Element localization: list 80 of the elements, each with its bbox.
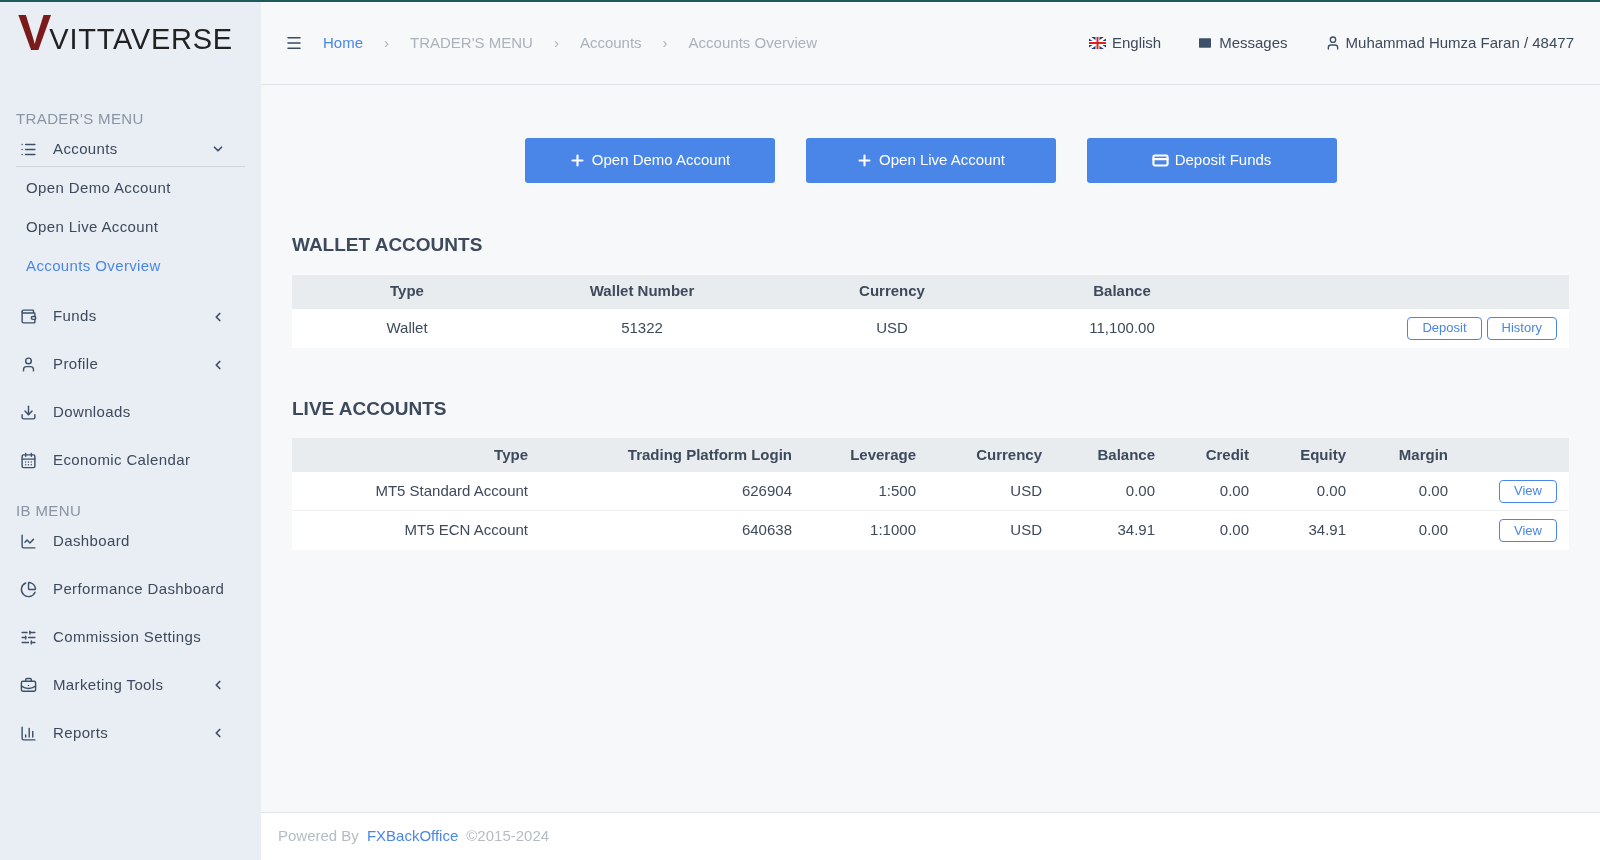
menu-heading: IB MENU bbox=[15, 500, 83, 521]
table-cell-text: USD bbox=[1009, 480, 1042, 501]
language-link[interactable]: English bbox=[1088, 31, 1162, 55]
submenu-link[interactable]: Open Demo Account bbox=[26, 168, 261, 208]
table-cell-text: 0.00 bbox=[1218, 480, 1249, 501]
action-button[interactable]: Deposit Funds bbox=[1086, 138, 1337, 183]
table-cell-text: 0.00 bbox=[1218, 520, 1249, 541]
column-header: Wallet Number bbox=[588, 281, 696, 302]
column-header: Type bbox=[389, 281, 425, 302]
briefcase-icon bbox=[20, 676, 37, 694]
card-icon bbox=[1151, 152, 1169, 169]
bar-chart-icon bbox=[20, 724, 37, 742]
wallet-icon bbox=[20, 308, 37, 325]
sidebar-item[interactable]: Profile bbox=[16, 347, 245, 382]
column-header: Currency bbox=[975, 444, 1042, 465]
menu-heading: TRADER'S MENU bbox=[15, 109, 145, 129]
column-header: Type bbox=[493, 444, 528, 465]
table-cell-text: 11,100.00 bbox=[1088, 317, 1156, 338]
flag-icon bbox=[1088, 37, 1106, 49]
row-action-button[interactable]: Deposit bbox=[1407, 316, 1482, 340]
copyright-text: ©2015-2024 bbox=[466, 826, 550, 847]
column-header: Balance bbox=[1096, 444, 1155, 465]
column-header: Trading Platform Login bbox=[626, 444, 792, 465]
logo-mark: V bbox=[18, 8, 52, 58]
table-cell-text: 626904 bbox=[740, 480, 792, 501]
sidebar-item[interactable]: Funds bbox=[16, 299, 245, 334]
menu-icon[interactable] bbox=[285, 34, 303, 52]
footer-text: Powered By bbox=[278, 826, 359, 847]
column-header: Equity bbox=[1299, 444, 1346, 465]
column-header: Leverage bbox=[849, 444, 916, 465]
messages-link[interactable]: Messages bbox=[1197, 31, 1288, 55]
sidebar-item[interactable]: Commission Settings bbox=[16, 620, 245, 654]
sidebar-item[interactable]: Marketing Tools bbox=[16, 668, 245, 702]
table-cell-text: 34.91 bbox=[1307, 520, 1346, 541]
breadcrumb-separator: › bbox=[384, 32, 389, 53]
table-cell-text: 0.00 bbox=[1124, 480, 1155, 501]
sidebar-item[interactable]: Accounts bbox=[16, 132, 245, 167]
table-cell-text: MT5 ECN Account bbox=[403, 520, 528, 541]
table-cell-text: MT5 Standard Account bbox=[374, 480, 528, 501]
table-cell-text: USD bbox=[1009, 520, 1042, 541]
breadcrumb-separator: › bbox=[553, 32, 559, 53]
sidebar-item[interactable]: Performance Dashboard bbox=[16, 572, 245, 606]
table-cell-text: 0.00 bbox=[1417, 520, 1448, 541]
table-cell-text: 1:1000 bbox=[869, 520, 916, 541]
column-header: Balance bbox=[1092, 281, 1152, 302]
sidebar-item[interactable]: Dashboard bbox=[16, 524, 245, 558]
table-cell-text: Wallet bbox=[385, 317, 429, 338]
table-cell-text: 1:500 bbox=[877, 480, 916, 501]
pie-chart-icon bbox=[20, 580, 37, 598]
sidebar-item[interactable]: Reports bbox=[16, 716, 245, 750]
row-action-button[interactable]: History bbox=[1486, 316, 1557, 340]
column-header: Credit bbox=[1204, 444, 1249, 465]
row-action-button[interactable]: View bbox=[1499, 479, 1557, 503]
table-cell-text: 34.91 bbox=[1116, 520, 1155, 541]
download-icon bbox=[20, 404, 37, 421]
column-header: Currency bbox=[858, 281, 926, 302]
plus-icon bbox=[568, 152, 586, 169]
calendar-icon bbox=[20, 452, 37, 469]
table-cell-text: 0.00 bbox=[1315, 480, 1346, 501]
table-cell-text: 640638 bbox=[740, 520, 792, 541]
table-cell-text: 0.00 bbox=[1417, 480, 1448, 501]
submenu-link[interactable]: Open Live Account bbox=[26, 207, 261, 247]
footer-link[interactable]: FXBackOffice bbox=[366, 825, 459, 848]
section-title: LIVE ACCOUNTS bbox=[292, 396, 448, 421]
sidebar-item[interactable]: Economic Calendar bbox=[16, 443, 245, 478]
section-title: WALLET ACCOUNTS bbox=[292, 233, 484, 257]
line-chart-icon bbox=[20, 532, 37, 550]
action-button[interactable]: Open Demo Account bbox=[524, 138, 775, 183]
action-button[interactable]: Open Live Account bbox=[805, 138, 1056, 183]
sliders-icon bbox=[20, 628, 37, 646]
column-header: Margin bbox=[1397, 444, 1448, 465]
user-link[interactable]: Muhammad Humza Faran / 48477 bbox=[1324, 31, 1574, 55]
sidebar-item[interactable]: Downloads bbox=[16, 395, 245, 430]
table-cell-text: USD bbox=[875, 317, 909, 338]
row-action-button[interactable]: View bbox=[1499, 519, 1557, 542]
breadcrumb-separator: › bbox=[662, 32, 668, 53]
user-icon bbox=[20, 356, 37, 373]
logo-text: VITTAVERSE bbox=[49, 25, 233, 54]
table-cell-text: 51322 bbox=[620, 317, 664, 338]
plus-icon bbox=[856, 152, 874, 169]
